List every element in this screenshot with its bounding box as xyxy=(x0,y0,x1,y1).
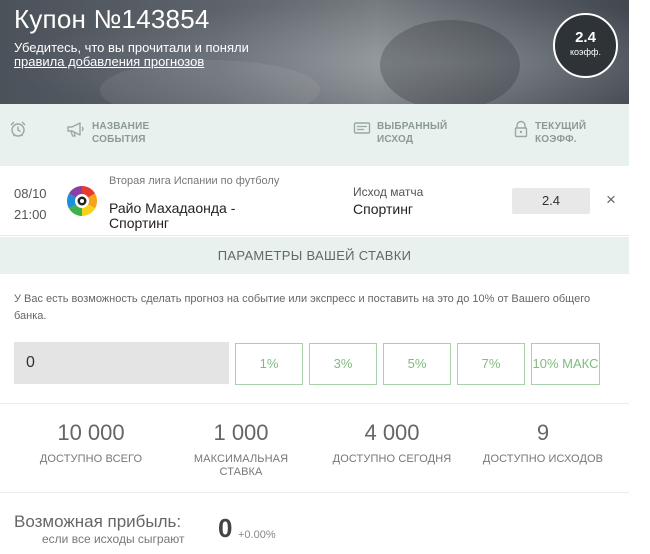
stat-value: 10 000 xyxy=(57,420,125,445)
event-row: 08/10 21:00 Вторая лига Испании по футбо… xyxy=(0,166,629,236)
stat-value: 9 xyxy=(536,420,550,445)
percent-1-button[interactable]: 1% xyxy=(235,343,303,385)
percent-max-button[interactable]: 10% МАКС xyxy=(531,343,600,385)
coupon-subtitle: Убедитесь, что вы прочитали и поняли xyxy=(14,40,249,55)
event-datetime: 08/10 21:00 xyxy=(14,183,47,225)
selected-outcome: Спортинг xyxy=(353,201,414,217)
profit-subtitle: если все исходы сыграют xyxy=(42,532,185,546)
total-odds-label: коэфф. xyxy=(570,47,601,57)
stat-available-total: 10 000 ДОСТУПНО ВСЕГО xyxy=(16,420,166,466)
bet-info-text: У Вас есть возможность сделать прогноз н… xyxy=(14,293,591,322)
megaphone-icon xyxy=(67,122,84,137)
stat-max-bet: 1 000 МАКСИМАЛЬНАЯ СТАВКА xyxy=(166,420,316,479)
stat-value: 4 000 xyxy=(364,420,420,445)
stat-label: ДОСТУПНО СЕГОДНЯ xyxy=(332,453,452,465)
event-name: Райо Махадаонда - Спортинг xyxy=(109,200,236,231)
outcome-column-header: ВЫБРАННЫЙ ИСХОД xyxy=(353,120,447,146)
rules-link[interactable]: правила добавления прогнозов xyxy=(14,54,204,69)
bet-amount-input[interactable]: 0 xyxy=(14,342,229,384)
current-odds: 2.4 xyxy=(512,188,590,214)
odds-column-header: ТЕКУЩИЙ КОЭФФ. xyxy=(513,120,586,146)
event-time: 21:00 xyxy=(14,207,47,222)
event-date: 08/10 xyxy=(14,186,47,201)
lock-icon xyxy=(514,120,528,138)
profit-percent: +0.00% xyxy=(238,529,276,541)
coupon-title: Купон №143854 xyxy=(14,4,210,34)
outcome-column-label: ВЫБРАННЫЙ ИСХОД xyxy=(377,121,448,145)
stat-available-today: 4 000 ДОСТУПНО СЕГОДНЯ xyxy=(317,420,467,466)
time-column-header xyxy=(9,120,27,138)
remove-event-button[interactable]: × xyxy=(606,190,616,210)
profit-title: Возможная прибыль: xyxy=(14,512,182,531)
ticket-icon xyxy=(353,122,371,134)
stat-label: ДОСТУПНО ВСЕГО xyxy=(39,453,143,465)
column-headers: НАЗВАНИЕ СОБЫТИЯ ВЫБРАННЫЙ ИСХОД ТЕКУЩИЙ… xyxy=(0,104,629,166)
header-background-shape xyxy=(380,20,520,104)
percent-7-button[interactable]: 7% xyxy=(457,343,525,385)
divider xyxy=(0,492,629,493)
outcome-type: Исход матча xyxy=(353,185,424,199)
divider xyxy=(0,403,629,404)
alarm-clock-icon xyxy=(10,121,26,137)
stat-label: ДОСТУПНО ИСХОДОВ xyxy=(482,453,604,465)
stat-value: 1 000 xyxy=(213,420,269,445)
event-league: Вторая лига Испании по футболу xyxy=(109,175,280,187)
total-odds-badge: 2.4 коэфф. xyxy=(553,13,618,78)
event-name-column-label: НАЗВАНИЕ СОБЫТИЯ xyxy=(92,121,150,145)
event-name-column-header: НАЗВАНИЕ СОБЫТИЯ xyxy=(66,120,149,146)
percent-5-button[interactable]: 5% xyxy=(383,343,451,385)
coupon-header: Купон №143854 Убедитесь, что вы прочитал… xyxy=(0,0,629,104)
profit-value: 0 xyxy=(218,513,233,543)
stat-available-outcomes: 9 ДОСТУПНО ИСХОДОВ xyxy=(468,420,618,466)
stat-label: МАКСИМАЛЬНАЯ СТАВКА xyxy=(193,453,289,478)
odds-column-label: ТЕКУЩИЙ КОЭФФ. xyxy=(535,121,587,145)
total-odds-value: 2.4 xyxy=(575,29,596,46)
percent-3-button[interactable]: 3% xyxy=(309,343,377,385)
bet-params-title: ПАРАМЕТРЫ ВАШЕЙ СТАВКИ xyxy=(0,237,629,274)
la-liga-logo-icon xyxy=(66,186,98,216)
